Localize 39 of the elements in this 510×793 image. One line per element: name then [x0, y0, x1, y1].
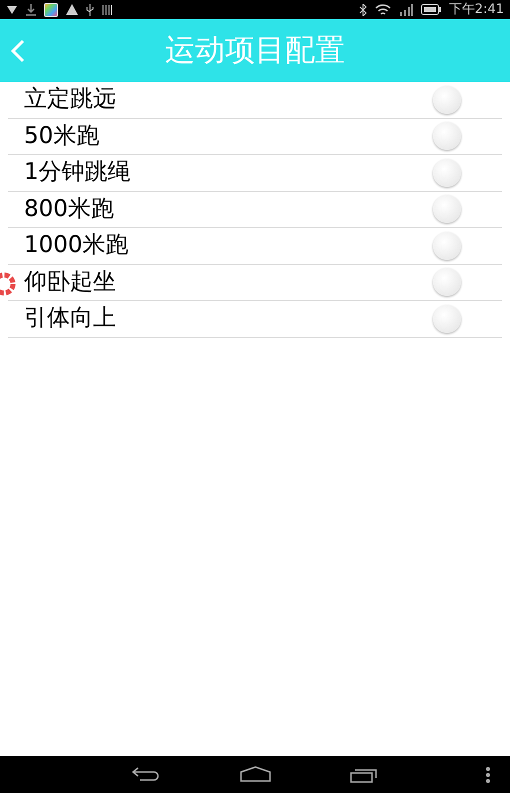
item-label: 800米跑 [24, 198, 114, 221]
list-item[interactable]: 仰卧起坐 [8, 264, 502, 301]
back-icon[interactable] [132, 767, 160, 781]
radio-button[interactable] [433, 268, 461, 296]
back-icon [11, 39, 25, 63]
list-item[interactable]: 立定跳远 [8, 82, 502, 118]
warning-icon [66, 4, 78, 15]
item-label: 仰卧起坐 [24, 270, 116, 294]
radio-button[interactable] [433, 304, 461, 333]
recent-apps-icon[interactable] [350, 767, 380, 783]
item-label: 立定跳远 [24, 88, 116, 112]
usb-icon [86, 4, 94, 16]
radio-button[interactable] [433, 122, 461, 150]
lifebuoy-icon[interactable] [0, 270, 16, 298]
item-label: 1分钟跳绳 [24, 161, 131, 184]
list-item[interactable]: 50米跑 [8, 118, 502, 155]
signal-icon [398, 4, 413, 16]
status-time: 下午2:41 [448, 3, 504, 16]
home-icon[interactable] [240, 766, 271, 782]
item-label: 50米跑 [24, 124, 100, 148]
notification-icon [6, 4, 18, 14]
radio-button[interactable] [433, 86, 461, 114]
list-item[interactable]: 800米跑 [8, 192, 502, 228]
list-item[interactable]: 引体向上 [8, 301, 502, 338]
page-title: 运动项目配置 [165, 32, 345, 70]
radio-button[interactable] [433, 195, 461, 224]
download-icon [26, 4, 36, 16]
list-item[interactable]: 1分钟跳绳 [8, 155, 502, 192]
overflow-menu-icon[interactable] [485, 767, 491, 783]
wifi-icon [374, 4, 391, 16]
app-icon [44, 2, 58, 16]
battery-icon [420, 4, 441, 15]
item-label: 1000米跑 [24, 234, 129, 258]
bluetooth-icon [358, 4, 367, 16]
item-label: 引体向上 [24, 307, 116, 330]
bars-icon [102, 4, 112, 14]
radio-button[interactable] [433, 232, 461, 260]
radio-button[interactable] [433, 158, 461, 187]
list-item[interactable]: 1000米跑 [8, 228, 502, 264]
